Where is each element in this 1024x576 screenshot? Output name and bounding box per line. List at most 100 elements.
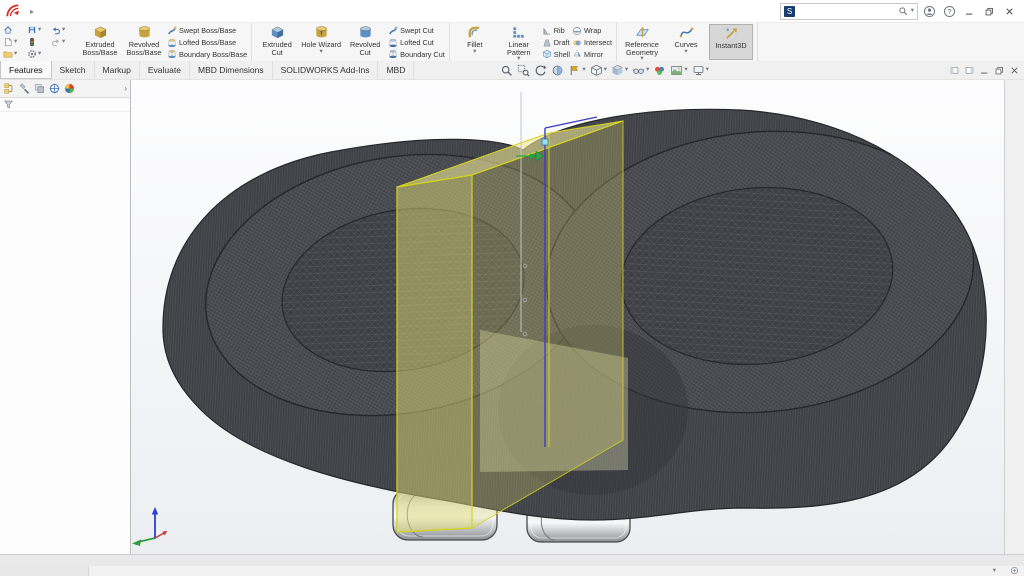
minimize-document-button[interactable]	[979, 65, 990, 76]
cut-extrude-preview[interactable]	[397, 121, 628, 532]
dropdown-caret[interactable]: ▾	[646, 67, 649, 74]
dropdown-caret[interactable]: ▾	[684, 49, 687, 56]
intersect-button[interactable]: Intersect	[572, 37, 612, 49]
help-button[interactable]: ?	[940, 3, 958, 19]
new-document-button[interactable]: ▾	[3, 36, 27, 48]
mirror-icon	[572, 49, 582, 59]
view-orientation-button[interactable]: ▾	[590, 64, 607, 77]
zoom-to-area-button[interactable]	[517, 64, 530, 77]
edit-appearance-button[interactable]	[653, 64, 666, 77]
dropdown-caret[interactable]: ▾	[473, 49, 476, 56]
search-input[interactable]	[798, 6, 895, 17]
show-right-pane-button[interactable]	[964, 65, 975, 76]
draft-button[interactable]: Draft	[542, 37, 570, 49]
linear-pattern-button[interactable]: Linear Pattern▾	[498, 24, 540, 60]
close-document-button[interactable]	[1009, 65, 1020, 76]
show-left-pane-button[interactable]	[949, 65, 960, 76]
hide-show-items-button[interactable]: ▾	[632, 64, 649, 77]
lofted-cut-button[interactable]: Lofted Cut	[388, 37, 445, 49]
home-button[interactable]	[3, 24, 27, 36]
zoom-to-fit-button[interactable]	[500, 64, 513, 77]
dropdown-caret[interactable]: ▾	[706, 67, 709, 74]
unit-system[interactable]: ▾	[987, 568, 996, 575]
tab-mbd[interactable]: MBD	[378, 61, 414, 79]
loft-icon	[167, 38, 177, 48]
dimxpertmanager-tab[interactable]	[48, 82, 61, 95]
dropdown-caret[interactable]: ▾	[684, 67, 687, 74]
tab-mbd-dimensions[interactable]: MBD Dimensions	[190, 61, 273, 79]
displaymanager-tab[interactable]	[63, 82, 76, 95]
reference-geometry-button[interactable]: Reference Geometry▾	[621, 24, 663, 60]
dropdown-caret[interactable]: ▾	[38, 51, 41, 58]
ribbon-button-label: Extruded Boss/Base	[79, 41, 121, 56]
panel-expand-chevron[interactable]: ›	[124, 84, 130, 93]
tab-solidworks-add-ins[interactable]: SOLIDWORKS Add-Ins	[273, 61, 379, 79]
extruded-cut-button[interactable]: Extruded Cut	[256, 24, 298, 60]
previous-view-button[interactable]	[534, 64, 547, 77]
wrap-button[interactable]: Wrap	[572, 25, 612, 37]
rib-button[interactable]: Rib	[542, 25, 570, 37]
boundary-cut-button[interactable]: Boundary Cut	[388, 48, 445, 60]
hu-scene-icon	[670, 64, 683, 77]
ribbon-button-label: Wrap	[584, 26, 601, 35]
swept-boss-base-button[interactable]: Swept Boss/Base	[167, 25, 247, 37]
instant3d-button[interactable]: Instant3D	[709, 24, 753, 60]
minimize-button[interactable]	[960, 3, 978, 19]
dropdown-caret[interactable]: ▾	[625, 67, 628, 74]
dropdown-caret[interactable]: ▾	[320, 49, 323, 56]
curves-button[interactable]: Curves▾	[665, 24, 707, 60]
tab-markup[interactable]: Markup	[95, 61, 140, 79]
undo-button[interactable]: ▾	[51, 24, 75, 36]
rebuild-button[interactable]	[27, 36, 51, 48]
boundary-boss-base-button[interactable]: Boundary Boss/Base	[167, 48, 247, 60]
unit-dropdown-caret[interactable]: ▾	[993, 568, 996, 575]
dropdown-caret[interactable]: ▾	[62, 39, 65, 46]
featuremanager-tab[interactable]	[3, 82, 16, 95]
section-view-button[interactable]	[551, 64, 564, 77]
revolved-cut-button[interactable]: Revolved Cut	[344, 24, 386, 60]
filter-icon[interactable]	[3, 99, 14, 110]
dropdown-caret[interactable]: ▾	[62, 27, 65, 34]
drag-handle-point[interactable]	[542, 139, 548, 145]
swept-cut-button[interactable]: Swept Cut	[388, 25, 445, 37]
save-button[interactable]: ▾	[27, 24, 51, 36]
fillet-button[interactable]: Fillet▾	[454, 24, 496, 60]
open-button[interactable]: ▾	[3, 48, 27, 60]
pane-left-icon	[949, 65, 960, 76]
hole-wizard-button[interactable]: Hole Wizard▾	[300, 24, 342, 60]
tab-features[interactable]: Features	[0, 61, 52, 79]
lofted-boss-base-button[interactable]: Lofted Boss/Base	[167, 37, 247, 49]
dropdown-caret[interactable]: ▾	[14, 39, 17, 46]
dropdown-caret[interactable]: ▾	[604, 67, 607, 74]
ribbon-button-label: Reference Geometry	[621, 41, 663, 56]
apply-scene-button[interactable]: ▾	[670, 64, 687, 77]
menu-expand-arrow[interactable]: ▸	[30, 7, 34, 16]
shell-button[interactable]: Shell	[542, 48, 570, 60]
status-tag-icon[interactable]	[1010, 566, 1019, 576]
dynamic-annotation-views-button[interactable]: ▾	[568, 64, 585, 77]
tab-sketch[interactable]: Sketch	[52, 61, 95, 79]
revolved-boss-base-button[interactable]: Revolved Boss/Base	[123, 24, 165, 60]
dropdown-caret[interactable]: ▾	[14, 51, 17, 58]
tab-evaluate[interactable]: Evaluate	[140, 61, 190, 79]
view-settings-button[interactable]: ▾	[692, 64, 709, 77]
search-commands-box[interactable]: S ▾	[780, 3, 918, 20]
display-style-button[interactable]: ▾	[611, 64, 628, 77]
restore-button[interactable]	[980, 3, 998, 19]
login-button[interactable]	[920, 3, 938, 19]
mirror-button[interactable]: Mirror	[572, 48, 612, 60]
extruded-boss-base-button[interactable]: Extruded Boss/Base	[79, 24, 121, 60]
wrap-icon	[572, 26, 582, 36]
restore-document-button[interactable]	[994, 65, 1005, 76]
redo-button[interactable]: ▾	[51, 36, 75, 48]
dropdown-caret[interactable]: ▾	[582, 67, 585, 74]
viewport-canvas[interactable]	[131, 80, 1004, 554]
close-button[interactable]	[1000, 3, 1018, 19]
configurationmanager-tab[interactable]	[33, 82, 46, 95]
search-icon[interactable]	[898, 6, 908, 16]
propertymanager-tab[interactable]	[18, 82, 31, 95]
search-dropdown-caret[interactable]: ▾	[911, 8, 914, 15]
dropdown-caret[interactable]: ▾	[38, 27, 41, 34]
th-dimx-icon	[48, 82, 61, 95]
options-button[interactable]: ▾	[27, 48, 51, 60]
